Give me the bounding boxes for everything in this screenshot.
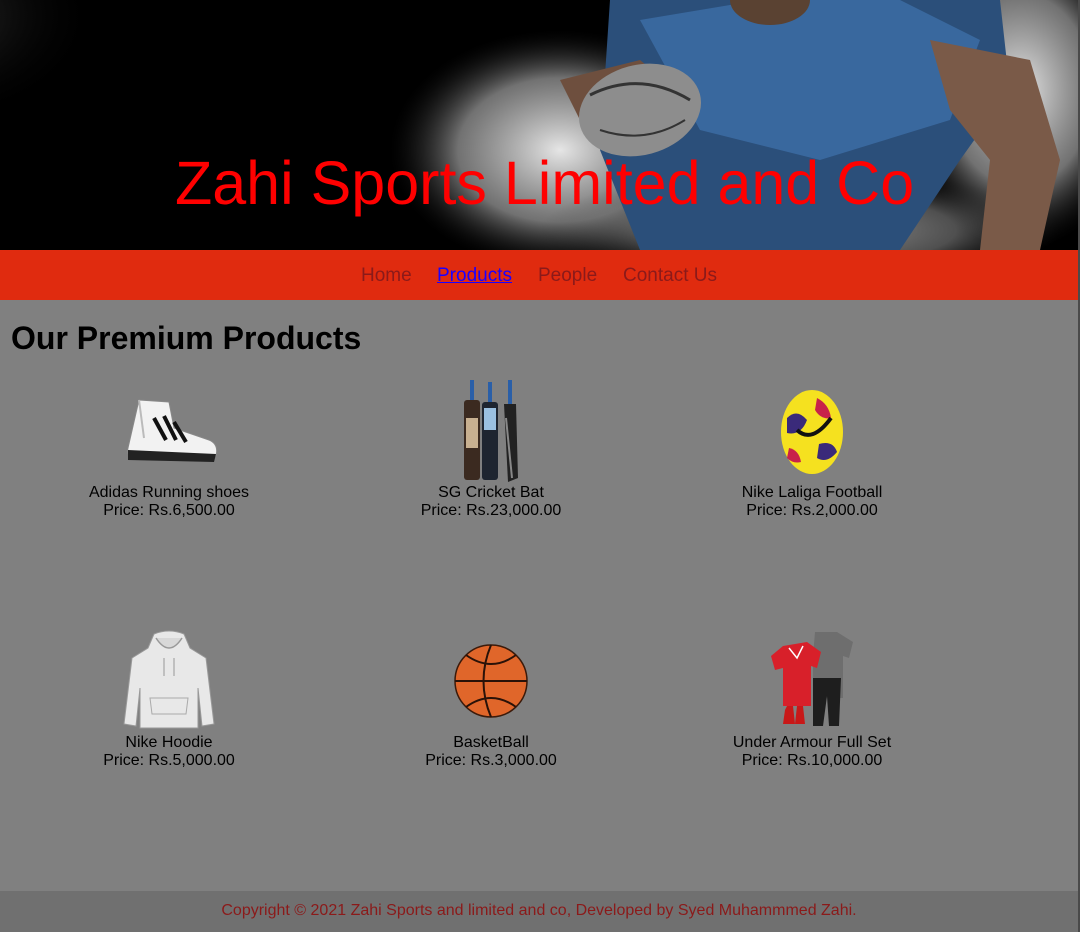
product-card[interactable]: Adidas Running shoes Price: Rs.6,500.00 <box>19 378 319 520</box>
page-title: Our Premium Products <box>11 320 362 356</box>
product-card[interactable]: Nike Laliga Football Price: Rs.2,000.00 <box>662 378 962 520</box>
product-price: Price: Rs.2,000.00 <box>746 502 878 519</box>
product-price: Price: Rs.10,000.00 <box>741 752 883 769</box>
product-card[interactable]: SG Cricket Bat Price: Rs.23,000.00 <box>341 378 641 520</box>
nav-people[interactable]: People <box>538 265 597 287</box>
sports-kit-icon <box>771 632 853 726</box>
product-price: Price: Rs.23,000.00 <box>420 502 562 519</box>
product-card[interactable]: Under Armour Full Set Price: Rs.10,000.0… <box>662 628 962 770</box>
nav-contact-us[interactable]: Contact Us <box>623 265 717 287</box>
cricket-bat-icon <box>464 380 518 482</box>
nav-products[interactable]: Products <box>437 265 512 287</box>
site-title: Zahi Sports Limited and Co <box>175 149 915 217</box>
product-name: Adidas Running shoes <box>88 484 250 501</box>
product-name: BasketBall <box>453 734 529 751</box>
header-banner: Zahi Sports Limited and Co <box>0 0 1078 250</box>
copyright-text: Copyright © 2021 Zahi Sports and limited… <box>221 902 857 919</box>
nav-home[interactable]: Home <box>361 265 412 287</box>
product-name: Under Armour Full Set <box>732 734 892 751</box>
product-name: Nike Laliga Football <box>741 484 883 501</box>
product-card[interactable]: BasketBall Price: Rs.3,000.00 <box>341 628 641 770</box>
hoodie-icon <box>123 630 215 729</box>
shoe-icon <box>127 399 218 462</box>
product-price: Price: Rs.3,000.00 <box>425 752 557 769</box>
product-price: Price: Rs.6,500.00 <box>103 502 235 519</box>
product-card[interactable]: Nike Hoodie Price: Rs.5,000.00 <box>19 628 319 770</box>
product-price: Price: Rs.5,000.00 <box>103 752 235 769</box>
football-icon <box>781 390 843 474</box>
product-name: Nike Hoodie <box>125 734 213 751</box>
product-name: SG Cricket Bat <box>438 484 544 501</box>
basketball-icon <box>454 644 528 718</box>
